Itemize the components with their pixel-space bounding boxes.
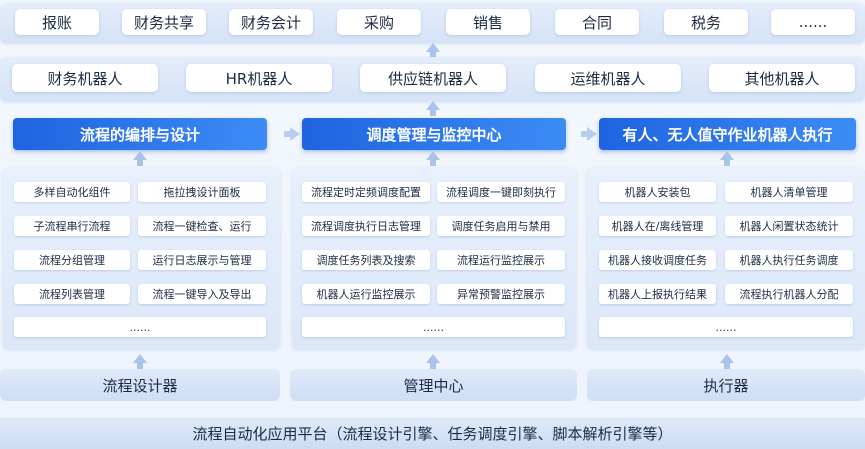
list-item: 调度任务列表及搜索 bbox=[302, 250, 430, 270]
header-scheduling-monitor: 调度管理与监控中心 bbox=[302, 118, 566, 150]
list-item: 机器人清单管理 bbox=[725, 182, 853, 202]
list-item: 拖拉拽设计面板 bbox=[138, 182, 266, 202]
list-item: 流程执行机器人分配 bbox=[725, 284, 853, 304]
list-item: 子流程串行流程 bbox=[14, 216, 130, 236]
arrow-up-icon bbox=[720, 151, 734, 166]
arrow-right-icon bbox=[284, 127, 300, 141]
business-item-tax: 税务 bbox=[664, 9, 748, 35]
list-item: 运行日志展示与管理 bbox=[138, 250, 266, 270]
arrow-up-icon bbox=[426, 151, 440, 166]
list-item: 流程列表管理 bbox=[14, 284, 130, 304]
engine-executor: 执行器 bbox=[587, 369, 865, 401]
arrow-up-icon bbox=[133, 354, 147, 369]
arrow-up-icon bbox=[426, 43, 440, 58]
arrow-up-icon bbox=[426, 101, 440, 116]
list-item: 流程运行监控展示 bbox=[437, 250, 565, 270]
robot-supply-chain: 供应链机器人 bbox=[360, 64, 506, 92]
header-flow-design: 流程的编排与设计 bbox=[13, 118, 267, 150]
list-item: 流程分组管理 bbox=[14, 250, 130, 270]
engine-flow-designer: 流程设计器 bbox=[0, 369, 280, 401]
business-item-finance-share: 财务共享 bbox=[122, 9, 206, 35]
business-item-finance-accounting: 财务会计 bbox=[229, 9, 313, 35]
list-item: 流程一键检查、运行 bbox=[138, 216, 266, 236]
list-item-more: ...... bbox=[302, 317, 565, 337]
list-item: 流程调度执行日志管理 bbox=[302, 216, 430, 236]
list-item: 机器人在/离线管理 bbox=[599, 216, 716, 236]
robot-ops: 运维机器人 bbox=[535, 64, 681, 92]
list-item: 机器人接收调度任务 bbox=[599, 250, 716, 270]
list-item: 异常预警监控展示 bbox=[437, 284, 565, 304]
list-item: 流程一键导入及导出 bbox=[138, 284, 266, 304]
list-item-more: ...... bbox=[14, 317, 266, 337]
header-robot-execution: 有人、无人值守作业机器人执行 bbox=[599, 118, 856, 150]
robot-hr: HR机器人 bbox=[186, 64, 332, 92]
list-item: 机器人闲置状态统计 bbox=[725, 216, 853, 236]
list-item: 机器人执行任务调度 bbox=[725, 250, 853, 270]
list-item-more: ...... bbox=[599, 317, 853, 337]
engine-management-center: 管理中心 bbox=[290, 369, 577, 401]
robot-finance: 财务机器人 bbox=[12, 64, 158, 92]
arrow-right-icon bbox=[581, 127, 597, 141]
business-item-sales: 销售 bbox=[446, 9, 530, 35]
business-item-procurement: 采购 bbox=[337, 9, 421, 35]
arrow-up-icon bbox=[426, 354, 440, 369]
list-item: 机器人运行监控展示 bbox=[302, 284, 430, 304]
robot-other: 其他机器人 bbox=[709, 64, 855, 92]
list-item: 多样自动化组件 bbox=[14, 182, 130, 202]
list-item: 机器人安装包 bbox=[599, 182, 716, 202]
list-item: 机器人上报执行结果 bbox=[599, 284, 716, 304]
platform-bar: 流程自动化应用平台（流程设计引擎、任务调度引擎、脚本解析引擎等） bbox=[0, 418, 865, 449]
list-item: 流程调度一键即刻执行 bbox=[437, 182, 565, 202]
arrow-up-icon bbox=[720, 354, 734, 369]
business-item-reimbursement: 报账 bbox=[15, 9, 99, 35]
business-item-more: ...... bbox=[771, 9, 855, 35]
list-item: 流程定时定频调度配置 bbox=[302, 182, 430, 202]
list-item: 调度任务启用与禁用 bbox=[437, 216, 565, 236]
arrow-up-icon bbox=[133, 151, 147, 166]
business-item-contract: 合同 bbox=[555, 9, 639, 35]
